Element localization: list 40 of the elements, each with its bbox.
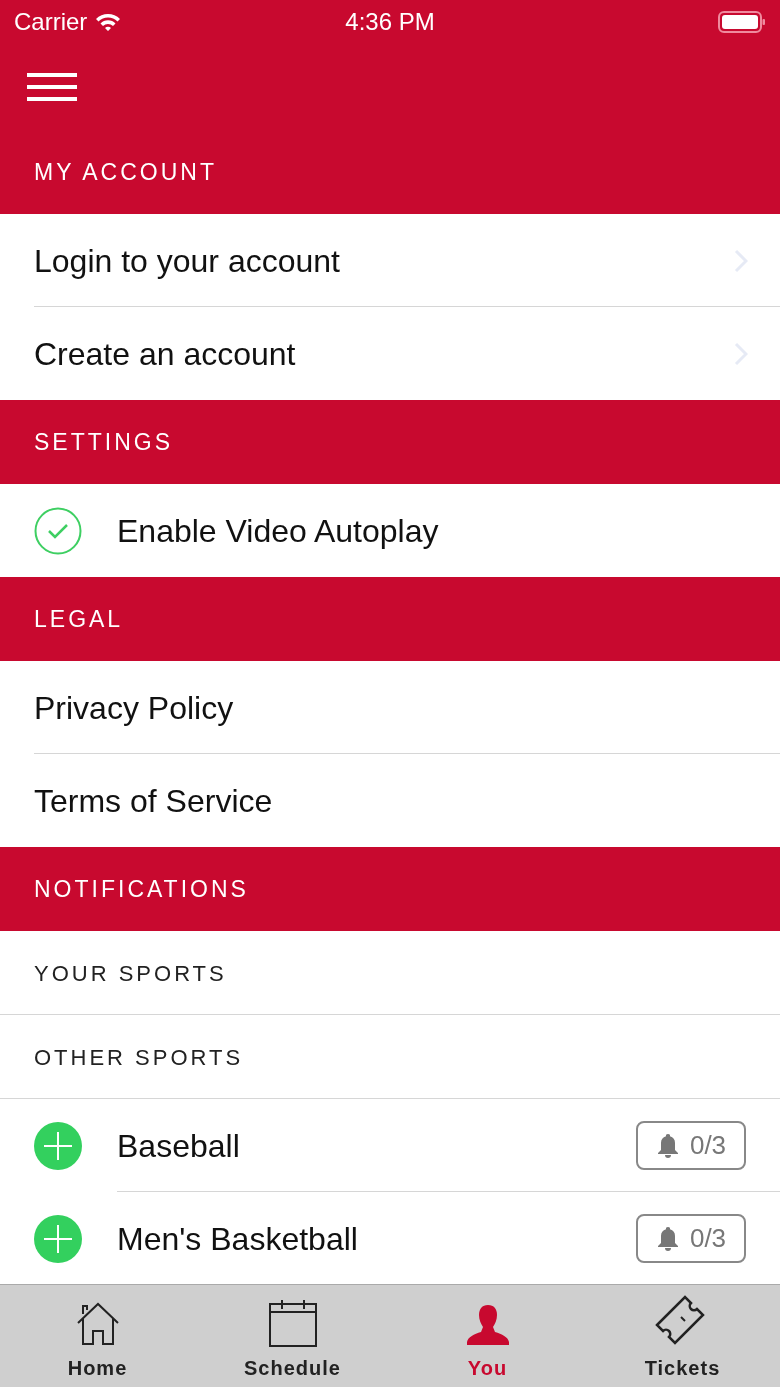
row-label: Terms of Service bbox=[34, 781, 273, 821]
section-header: SETTINGS bbox=[0, 400, 780, 484]
tab-item[interactable]: You bbox=[390, 1285, 585, 1387]
calendar-icon bbox=[268, 1299, 317, 1347]
chevron-icon bbox=[734, 341, 748, 366]
clock: 4:36 PM bbox=[345, 7, 435, 37]
row-label: Privacy Policy bbox=[34, 688, 234, 728]
bell-icon bbox=[655, 1225, 680, 1252]
tab-item[interactable]: Home bbox=[0, 1285, 195, 1387]
wifi-icon bbox=[95, 12, 122, 32]
row-label: Men's Basketball bbox=[117, 1219, 358, 1259]
section-header: NOTIFICATIONS bbox=[0, 847, 780, 931]
subsection-header: OTHER SPORTS bbox=[0, 1015, 780, 1099]
notification-count-button[interactable]: 0/3 bbox=[636, 1121, 746, 1170]
list-row[interactable]: Baseball 0/3 bbox=[0, 1099, 780, 1192]
tab-item[interactable]: Schedule bbox=[195, 1285, 390, 1387]
list-row[interactable]: Create an account bbox=[0, 307, 780, 400]
list-row[interactable]: Men's Basketball 0/3 bbox=[0, 1192, 780, 1284]
list-row[interactable]: Terms of Service bbox=[0, 754, 780, 847]
row-label: Login to your account bbox=[34, 241, 340, 281]
carrier-label: Carrier bbox=[14, 7, 88, 37]
plus-circle-icon[interactable] bbox=[34, 1121, 82, 1170]
subsection-header: YOUR SPORTS bbox=[0, 931, 780, 1015]
row-label: Create an account bbox=[34, 334, 296, 374]
row-label: Enable Video Autoplay bbox=[117, 511, 439, 551]
chevron-icon bbox=[734, 248, 748, 273]
checkmark-circle-icon[interactable] bbox=[34, 506, 82, 555]
section-header: MY ACCOUNT bbox=[0, 130, 780, 214]
list-row[interactable]: Privacy Policy bbox=[0, 661, 780, 754]
battery-icon bbox=[718, 10, 766, 34]
plus-circle-icon[interactable] bbox=[34, 1214, 82, 1263]
tab-item[interactable]: Tickets bbox=[585, 1285, 780, 1387]
row-label: Baseball bbox=[117, 1126, 240, 1166]
bell-icon bbox=[655, 1132, 680, 1159]
notification-count-button[interactable]: 0/3 bbox=[636, 1214, 746, 1263]
menu-icon[interactable] bbox=[27, 72, 77, 102]
section-header: LEGAL bbox=[0, 577, 780, 661]
person-icon bbox=[466, 1303, 509, 1347]
list-row[interactable]: Enable Video Autoplay bbox=[0, 484, 780, 577]
list-row[interactable]: Login to your account bbox=[0, 214, 780, 307]
